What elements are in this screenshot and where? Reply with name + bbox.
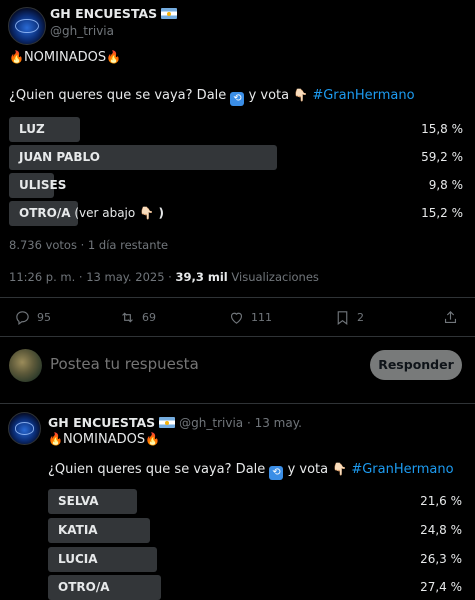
share-icon <box>444 311 457 324</box>
avatar-ring <box>14 422 35 435</box>
share-action[interactable] <box>442 309 459 326</box>
poll-option: KATIA 24,8 % <box>48 518 462 543</box>
poll-option: ULISES 9,8 % <box>9 173 463 198</box>
poll-option-percent: 24,8 % <box>420 523 462 537</box>
fire-icon: 🔥 <box>48 432 63 446</box>
question-middle: y vota <box>248 88 290 103</box>
poll-option-label-suffix: (ver abajo <box>70 206 136 220</box>
author-name-row: GH ENCUESTAS <box>50 6 178 21</box>
question-prefix: ¿Quien queres que se vaya? Dale <box>48 462 266 477</box>
poll-option: LUZ 15,8 % <box>9 117 463 142</box>
author-avatar[interactable] <box>8 7 46 45</box>
tweet-question: ¿Quien queres que se vaya? Dale ⟲ y vota… <box>48 462 454 480</box>
author-handle[interactable]: @gh_trivia <box>50 24 114 38</box>
pointing-down-hand-icon: 👇🏻 <box>139 206 155 220</box>
pointing-down-hand-icon: 👇🏻 <box>332 462 348 476</box>
poll-option-label: JUAN PABLO <box>19 150 100 164</box>
retweet-icon <box>122 312 133 323</box>
fire-icon: 🔥 <box>106 50 122 64</box>
author-name-row: GH ENCUESTAS @gh_trivia · 13 may. <box>48 415 302 430</box>
heart-icon <box>230 312 243 324</box>
reply-input[interactable] <box>50 355 330 373</box>
hashtag-link[interactable]: #GranHermano <box>312 88 414 103</box>
bookmark-action[interactable]: 2 <box>334 309 364 326</box>
poll-option: OTRO/A (ver abajo 👇🏻 ) 15,2 % <box>9 201 463 226</box>
retweet-emoji-icon: ⟲ <box>230 92 245 106</box>
reply-count: 95 <box>37 311 51 324</box>
author-avatar[interactable] <box>8 412 41 445</box>
question-prefix: ¿Quien queres que se vaya? Dale <box>9 88 227 103</box>
bookmark-icon <box>337 311 348 326</box>
views-label: Visualizaciones <box>227 270 319 284</box>
main-tweet: GH ENCUESTAS @gh_trivia 🔥NOMINADOS🔥 ¿Qui… <box>0 0 475 404</box>
author-display-name[interactable]: GH ENCUESTAS <box>50 6 157 21</box>
poll-option-label: SELVA <box>58 494 99 508</box>
poll-option-label: KATIA <box>58 523 98 537</box>
fire-icon: 🔥 <box>145 432 161 446</box>
argentina-flag-icon <box>161 8 178 19</box>
poll-option-label: OTRO/A (ver abajo 👇🏻 ) <box>19 201 164 226</box>
tweet-heading: 🔥NOMINADOS🔥 <box>48 432 160 447</box>
avatar-ring <box>15 18 39 34</box>
user-avatar[interactable] <box>9 349 42 382</box>
poll-option-percent: 59,2 % <box>421 150 463 164</box>
bookmark-count: 2 <box>357 311 364 324</box>
tweet-timestamp[interactable]: 11:26 p. m. · 13 may. 2025 · <box>9 270 175 284</box>
retweet-emoji-icon: ⟲ <box>269 466 284 480</box>
reply-action[interactable]: 95 <box>14 309 51 326</box>
poll-option-label: OTRO/A <box>58 580 110 594</box>
poll-option-percent: 26,3 % <box>420 552 462 566</box>
poll-option-percent: 21,6 % <box>420 494 462 508</box>
poll-option-label: LUZ <box>19 122 45 136</box>
retweet-action[interactable]: 69 <box>119 309 156 326</box>
author-handle-date[interactable]: @gh_trivia · 13 may. <box>179 416 302 430</box>
poll-option: SELVA 21,6 % <box>48 489 462 514</box>
poll-option-percent: 15,2 % <box>421 206 463 220</box>
views-count: 39,3 mil <box>175 270 228 284</box>
hashtag-link[interactable]: #GranHermano <box>351 462 453 477</box>
question-middle: y vota <box>287 462 329 477</box>
thread-tweet[interactable]: GH ENCUESTAS @gh_trivia · 13 may. 🔥NOMIN… <box>0 404 475 600</box>
poll-option-percent: 9,8 % <box>428 178 463 192</box>
divider <box>0 297 475 298</box>
poll-option-label-text: OTRO/A <box>19 206 71 220</box>
poll-option: JUAN PABLO 59,2 % <box>9 145 463 170</box>
tweet-heading: 🔥NOMINADOS🔥 <box>9 50 121 65</box>
poll-option-percent: 15,8 % <box>421 122 463 136</box>
author-display-name[interactable]: GH ENCUESTAS <box>48 415 155 430</box>
poll-option-label: ULISES <box>19 178 67 192</box>
divider <box>0 336 475 337</box>
tweet-question: ¿Quien queres que se vaya? Dale ⟲ y vota… <box>9 88 415 106</box>
poll-option-percent: 27,4 % <box>420 580 462 594</box>
like-count: 111 <box>251 311 272 324</box>
reply-button[interactable]: Responder <box>370 350 462 380</box>
poll-option-label: LUCIA <box>58 552 98 566</box>
like-action[interactable]: 111 <box>228 309 272 326</box>
tweet-timestamp-row: 11:26 p. m. · 13 may. 2025 · 39,3 mil Vi… <box>9 270 319 284</box>
fire-icon: 🔥 <box>9 50 24 64</box>
heading-text: NOMINADOS <box>23 50 107 65</box>
heading-text: NOMINADOS <box>62 432 146 447</box>
retweet-count: 69 <box>142 311 156 324</box>
argentina-flag-icon <box>159 417 176 428</box>
poll-votes-info: 8.736 votos · 1 día restante <box>9 238 169 252</box>
poll-option: LUCIA 26,3 % <box>48 547 462 572</box>
pointing-down-hand-icon: 👇🏻 <box>293 88 309 102</box>
reply-icon <box>16 311 29 326</box>
poll-option: OTRO/A 27,4 % <box>48 575 462 600</box>
